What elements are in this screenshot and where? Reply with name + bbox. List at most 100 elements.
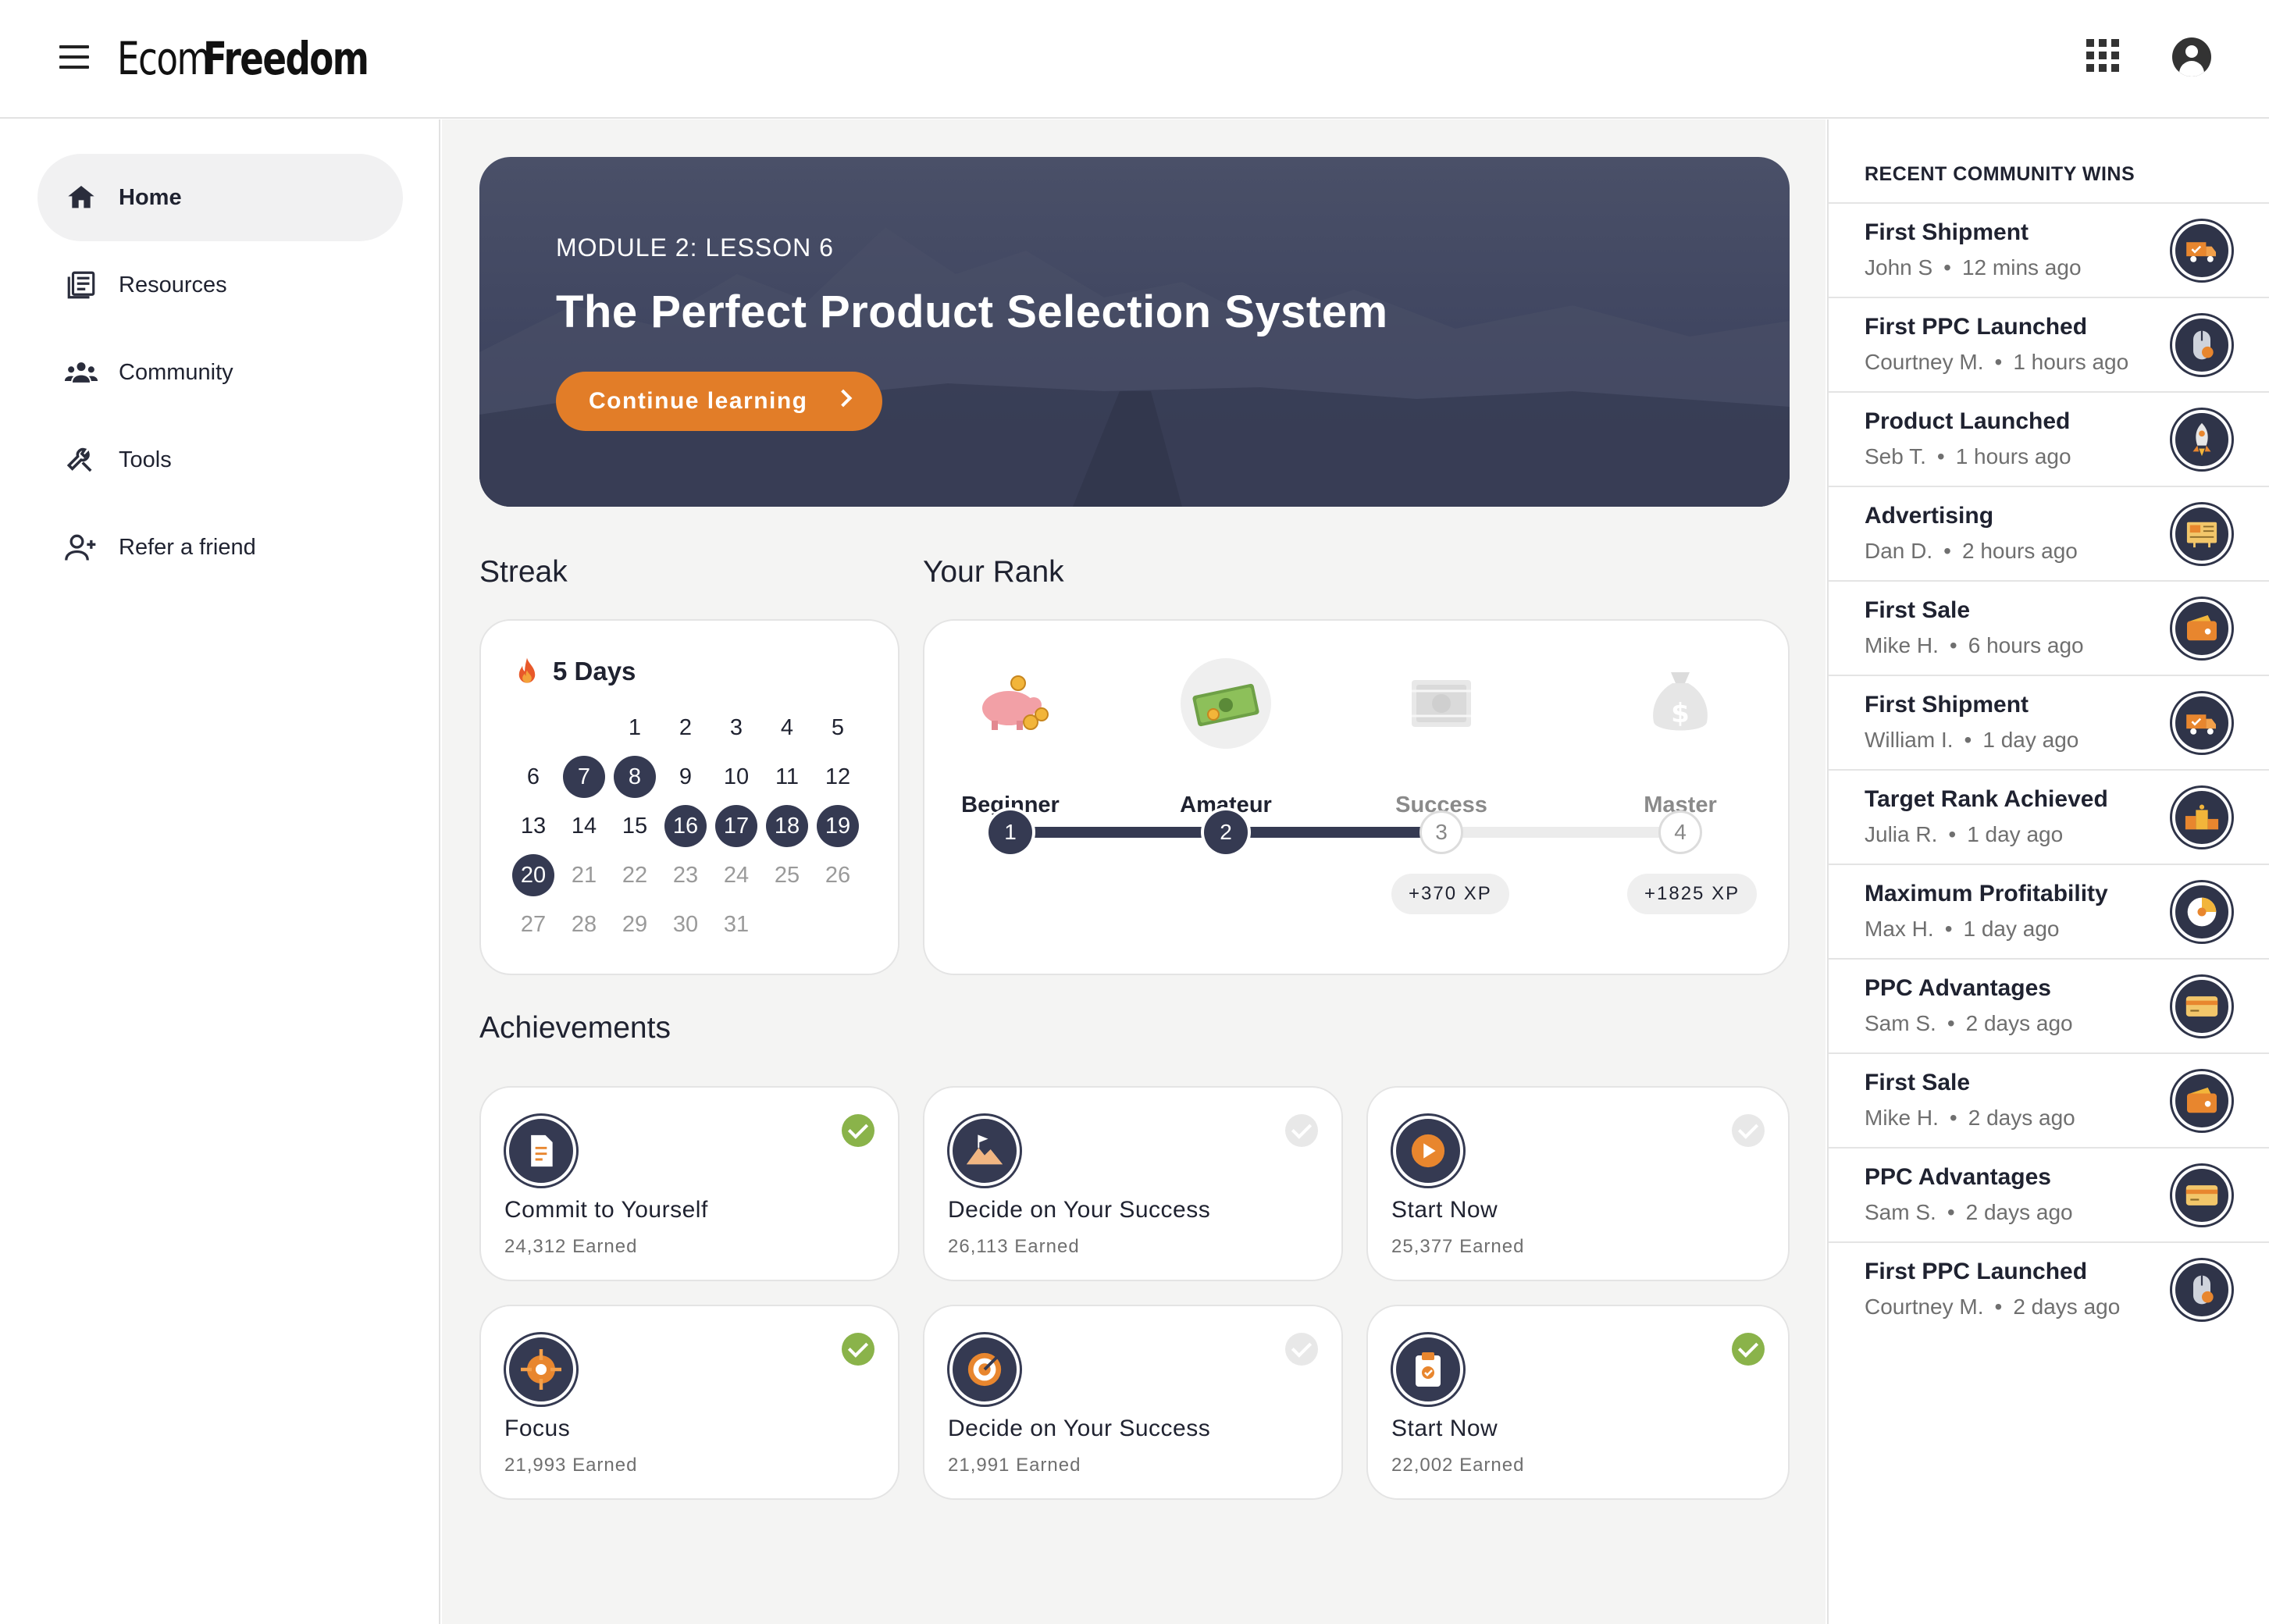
logo[interactable]: Ecom Freedom bbox=[117, 31, 369, 87]
win-user: Mike H. bbox=[1865, 633, 1939, 657]
sidebar-item-refer[interactable]: Refer a friend bbox=[37, 504, 403, 591]
achievement-card[interactable]: Commit to Yourself 24,312 Earned bbox=[479, 1086, 899, 1281]
logo-ecom: Ecom bbox=[117, 32, 212, 85]
win-meta: Max H. • 1 day ago bbox=[1865, 917, 2060, 942]
calendar-day: 31 bbox=[723, 911, 750, 937]
calendar-day: 8 bbox=[614, 756, 656, 798]
lesson-module-label: MODULE 2: LESSON 6 bbox=[556, 233, 834, 262]
win-user: Julia R. bbox=[1865, 822, 1938, 846]
add-person-icon bbox=[64, 530, 98, 564]
dot-separator: • bbox=[1994, 1295, 2003, 1319]
money-bag-icon: $ bbox=[1653, 672, 1708, 731]
win-title: First Sale bbox=[1865, 597, 1971, 623]
sidebar-item-tools[interactable]: Tools bbox=[37, 416, 403, 504]
achievement-card[interactable]: Focus 21,993 Earned bbox=[479, 1305, 899, 1500]
sidebar: Home Resources Community Tools Refer a f… bbox=[0, 119, 440, 1624]
truck-icon bbox=[2172, 693, 2232, 753]
document-icon bbox=[506, 1116, 576, 1186]
community-win-item[interactable]: First Sale Mike H. • 2 days ago bbox=[1829, 1052, 2269, 1147]
achievement-card[interactable]: Start Now 25,377 Earned bbox=[1366, 1086, 1790, 1281]
rank-card: Beginner Amateur Success $ Master 1 2 3 … bbox=[923, 619, 1790, 975]
community-win-item[interactable]: First Shipment William I. • 1 day ago bbox=[1829, 675, 2269, 769]
target-icon bbox=[949, 1334, 1020, 1405]
achievement-card[interactable]: Decide on Your Success 21,991 Earned bbox=[923, 1305, 1343, 1500]
rank-heading: Your Rank bbox=[923, 555, 1064, 589]
play-icon bbox=[1393, 1116, 1463, 1186]
account-circle-icon[interactable] bbox=[2172, 37, 2211, 77]
win-time: 6 hours ago bbox=[1968, 633, 2084, 657]
achievement-card[interactable]: Decide on Your Success 26,113 Earned bbox=[923, 1086, 1343, 1281]
rank-level-amateur: Amateur bbox=[1148, 652, 1304, 824]
achievement-name: Focus bbox=[504, 1416, 571, 1441]
continue-learning-button[interactable]: Continue learning bbox=[556, 372, 882, 431]
sidebar-item-resources[interactable]: Resources bbox=[37, 241, 403, 329]
calendar-day: 25 bbox=[774, 862, 800, 888]
mouse-icon bbox=[2172, 1260, 2232, 1320]
win-time: 2 days ago bbox=[1965, 1011, 2073, 1035]
dot-separator: • bbox=[1947, 1200, 1955, 1224]
win-title: PPC Advantages bbox=[1865, 1164, 2051, 1190]
win-time: 1 day ago bbox=[1982, 728, 2079, 752]
win-time: 2 days ago bbox=[1968, 1106, 2075, 1130]
continue-lesson-banner: MODULE 2: LESSON 6 The Perfect Product S… bbox=[479, 157, 1790, 507]
community-win-item[interactable]: PPC Advantages Sam S. • 2 days ago bbox=[1829, 1147, 2269, 1241]
calendar-day: 10 bbox=[723, 764, 750, 789]
podium-icon bbox=[2172, 788, 2232, 847]
achievement-card[interactable]: Start Now 22,002 Earned bbox=[1366, 1305, 1790, 1500]
win-title: Product Launched bbox=[1865, 408, 2071, 434]
calendar-day: 29 bbox=[622, 911, 648, 937]
achievement-earned: 24,312 Earned bbox=[504, 1236, 638, 1257]
mouse-icon bbox=[2172, 315, 2232, 375]
chevron-right-icon bbox=[834, 389, 853, 408]
win-title: First Shipment bbox=[1865, 692, 2029, 718]
calendar-day: 14 bbox=[571, 813, 597, 839]
community-win-item[interactable]: Maximum Profitability Max H. • 1 day ago bbox=[1829, 864, 2269, 958]
win-title: First PPC Launched bbox=[1865, 314, 2088, 340]
community-win-item[interactable]: First PPC Launched Courtney M. • 2 days ago bbox=[1829, 1241, 2269, 1336]
svg-text:$: $ bbox=[1671, 698, 1690, 729]
apps-grid-icon[interactable] bbox=[2086, 39, 2119, 72]
dot-separator: • bbox=[1964, 728, 1972, 752]
rank-step-3: 3 bbox=[1419, 810, 1463, 854]
dot-separator: • bbox=[1936, 444, 1945, 468]
xp-badge-master: +1825 XP bbox=[1627, 874, 1758, 914]
win-user: Dan D. bbox=[1865, 539, 1933, 563]
community-win-item[interactable]: First PPC Launched Courtney M. • 1 hours ag… bbox=[1829, 297, 2269, 391]
logo-freedom: Freedom bbox=[203, 32, 369, 85]
not-achieved-check-icon bbox=[1285, 1114, 1318, 1147]
dot-separator: • bbox=[1994, 350, 2003, 374]
menu-icon[interactable] bbox=[59, 45, 89, 69]
community-win-item[interactable]: PPC Advantages Sam S. • 2 days ago bbox=[1829, 958, 2269, 1052]
streak-card: 5 Days 1 2 3 4 5 6 7 8 9 10 11 12 13 14 15 16 17 18 19 20 21… bbox=[479, 619, 899, 975]
calendar-day: 4 bbox=[780, 714, 794, 740]
calendar-day: 15 bbox=[622, 813, 648, 839]
achieved-check-icon bbox=[842, 1333, 874, 1366]
sidebar-item-home[interactable]: Home bbox=[37, 154, 403, 241]
community-win-item[interactable]: Target Rank Achieved Julia R. • 1 day ago bbox=[1829, 769, 2269, 864]
calendar-day: 26 bbox=[825, 862, 851, 888]
rank-level-master: $ Master bbox=[1602, 652, 1758, 824]
win-user: Seb T. bbox=[1865, 444, 1926, 468]
achieved-check-icon bbox=[1732, 1333, 1765, 1366]
community-win-item[interactable]: Product Launched Seb T. • 1 hours ago bbox=[1829, 391, 2269, 486]
win-meta: John S • 12 mins ago bbox=[1865, 255, 2082, 280]
community-win-item[interactable]: First Shipment John S • 12 mins ago bbox=[1829, 202, 2269, 297]
calendar-day: 3 bbox=[729, 714, 743, 740]
community-win-item[interactable]: First Sale Mike H. • 6 hours ago bbox=[1829, 580, 2269, 675]
resources-icon bbox=[64, 268, 98, 302]
piggy-bank-icon bbox=[982, 675, 1049, 730]
win-title: PPC Advantages bbox=[1865, 975, 2051, 1001]
lesson-title: The Perfect Product Selection System bbox=[556, 287, 1388, 337]
billboard-icon bbox=[2172, 504, 2232, 564]
sidebar-item-community[interactable]: Community bbox=[37, 329, 403, 416]
streak-heading: Streak bbox=[479, 555, 568, 589]
win-time: 12 mins ago bbox=[1961, 255, 2082, 280]
achievement-earned: 21,991 Earned bbox=[948, 1455, 1081, 1476]
community-win-item[interactable]: Advertising Dan D. • 2 hours ago bbox=[1829, 486, 2269, 580]
win-title: First PPC Launched bbox=[1865, 1259, 2088, 1284]
achievement-earned: 25,377 Earned bbox=[1391, 1236, 1525, 1257]
dot-separator: • bbox=[1949, 1106, 1957, 1130]
home-icon bbox=[64, 180, 98, 215]
achievement-name: Decide on Your Success bbox=[948, 1416, 1211, 1441]
community-wins-panel: RECENT COMMUNITY WINS First Shipment John… bbox=[1827, 119, 2269, 1624]
